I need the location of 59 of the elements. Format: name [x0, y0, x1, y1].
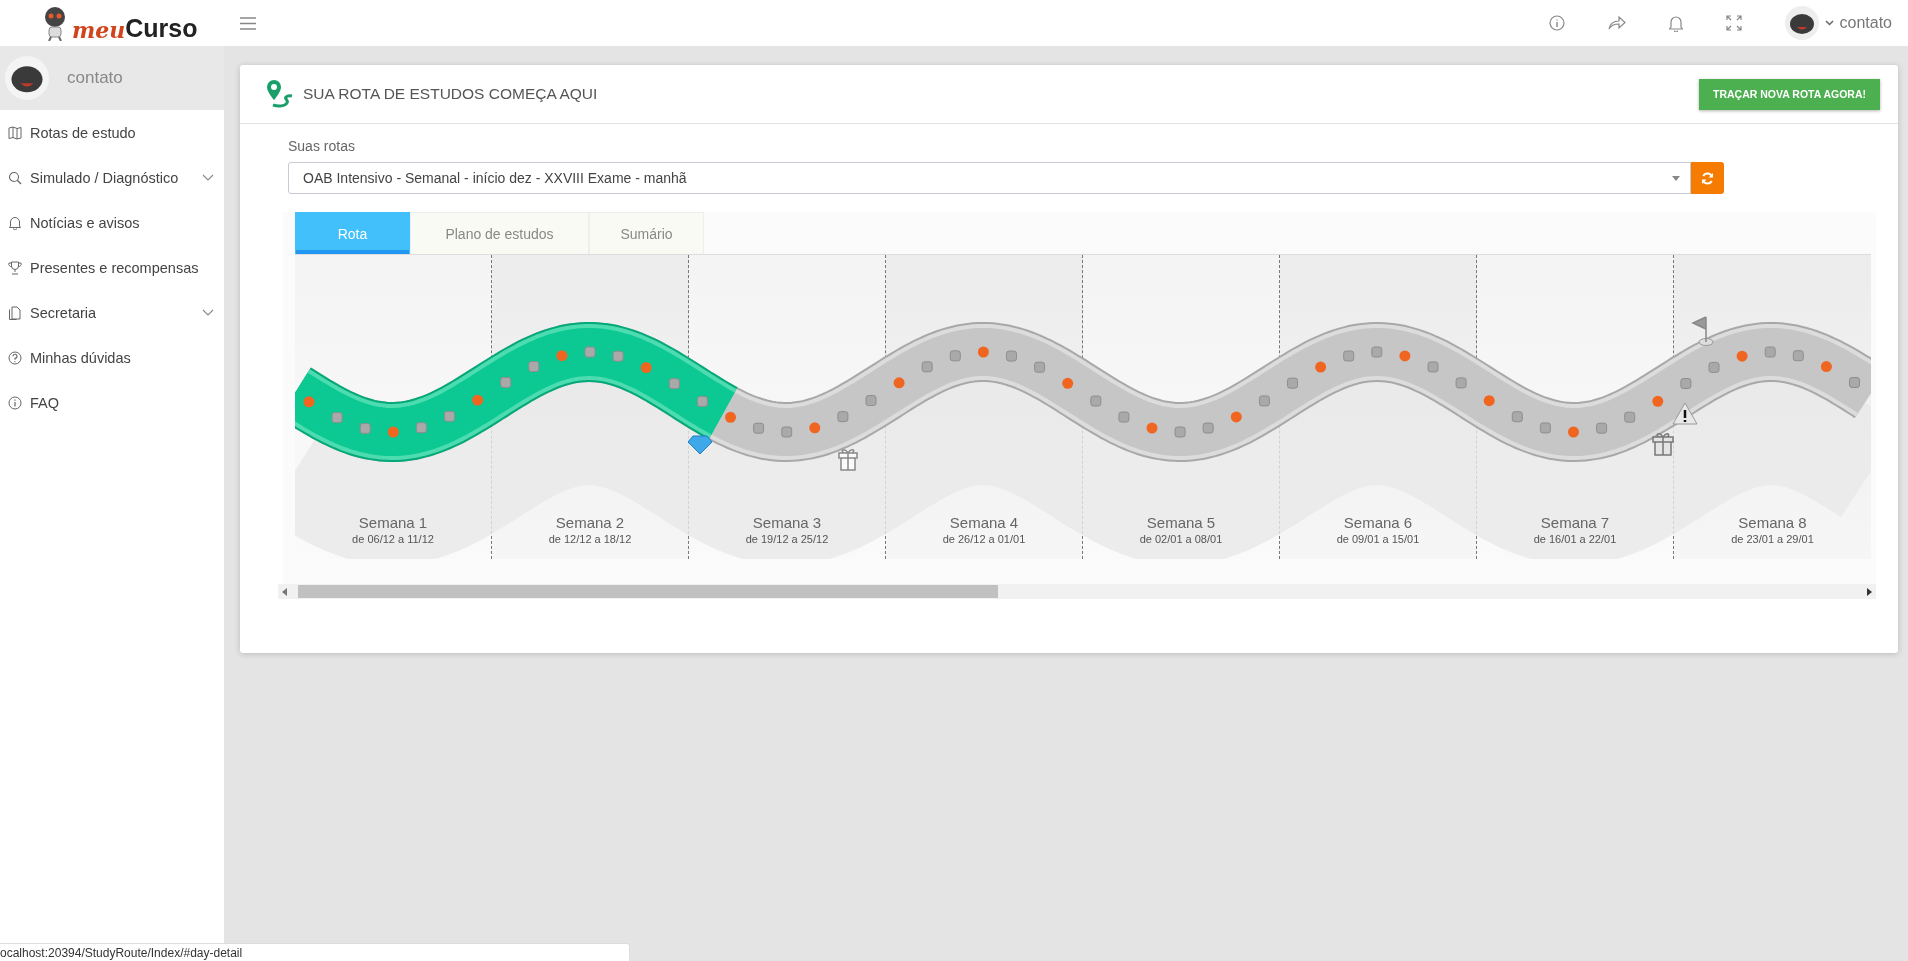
- share-icon[interactable]: [1607, 16, 1626, 30]
- sidebar-item[interactable]: Presentes e recompensas: [0, 245, 224, 290]
- week-label: Semana 6: [1343, 514, 1413, 531]
- bell-icon[interactable]: [1668, 14, 1683, 32]
- week-dates: de 26/12 a 01/01: [942, 533, 1026, 545]
- route-select[interactable]: OAB Intensivo - Semanal - início dez - XXVIII Exame - manhã: [288, 162, 1691, 194]
- scroll-right-icon[interactable]: [1866, 587, 1872, 596]
- tab[interactable]: Plano de estudos: [410, 212, 589, 254]
- diamond-icon[interactable]: [687, 435, 713, 455]
- status-bar-url: ocalhost:20394/StudyRoute/Index/#day-detail: [0, 943, 630, 961]
- refresh-icon: [1701, 171, 1714, 185]
- week-label: Semana 8: [1738, 514, 1807, 531]
- warning-icon[interactable]: [1672, 402, 1698, 425]
- week-dates: de 09/01 a 15/01: [1336, 533, 1420, 545]
- week-label: Semana 2: [555, 514, 625, 531]
- caret-icon: [1672, 175, 1680, 181]
- menu-icon[interactable]: [240, 16, 256, 30]
- sidebar-item[interactable]: FAQ: [0, 380, 224, 425]
- search-icon: [8, 170, 22, 185]
- avatar-icon: [5, 56, 49, 100]
- week-dates: de 06/12 a 11/12: [352, 533, 434, 545]
- scrollbar-thumb[interactable]: [298, 585, 998, 598]
- flag-icon[interactable]: [1691, 316, 1714, 346]
- chevron-down-icon[interactable]: [1824, 20, 1834, 26]
- week-label: Semana 4: [949, 514, 1019, 531]
- sidebar-item[interactable]: Secretaria: [0, 290, 224, 335]
- week-label: Semana 1: [358, 514, 428, 531]
- week-label: Semana 7: [1540, 514, 1610, 531]
- user-name[interactable]: contato: [1839, 14, 1892, 32]
- week-dates: de 19/12 a 25/12: [745, 533, 829, 545]
- sidebar-item[interactable]: Notícias e avisos: [0, 200, 224, 245]
- refresh-button[interactable]: [1691, 162, 1724, 194]
- week-dates: de 23/01 a 29/01: [1731, 533, 1814, 545]
- scroll-left-icon[interactable]: [282, 587, 288, 596]
- info-icon: [8, 395, 22, 410]
- fullscreen-icon[interactable]: [1725, 15, 1742, 31]
- bell-icon: [8, 215, 22, 230]
- week-label: Semana 5: [1146, 514, 1216, 531]
- sidebar-item[interactable]: Rotas de estudo: [0, 110, 224, 155]
- field-label: Suas rotas: [288, 138, 356, 156]
- tab[interactable]: Sumário: [589, 212, 704, 254]
- info-icon[interactable]: [1548, 15, 1565, 31]
- sidebar-item[interactable]: Simulado / Diagnóstico: [0, 155, 224, 200]
- week-dates: de 12/12 a 18/12: [548, 533, 632, 545]
- trophy-icon: [8, 260, 22, 275]
- week-dates: de 02/01 a 08/01: [1139, 533, 1223, 545]
- horizontal-scrollbar[interactable]: [278, 584, 1876, 599]
- week-dates: de 16/01 a 22/01: [1533, 533, 1617, 545]
- profile-name: contato: [67, 68, 123, 88]
- logo-text: meu: [72, 19, 126, 41]
- document-icon: [8, 305, 22, 320]
- week-label: Semana 3: [752, 514, 822, 531]
- route-pin-icon: [265, 79, 295, 109]
- question-icon: [8, 350, 22, 365]
- map-icon: [8, 125, 22, 140]
- avatar-icon[interactable]: [1784, 6, 1819, 40]
- sidebar-item[interactable]: Minhas dúvidas: [0, 335, 224, 380]
- card-title: SUA ROTA DE ESTUDOS COMEÇA AQUI: [303, 85, 598, 103]
- logo-text: Curso: [125, 16, 198, 41]
